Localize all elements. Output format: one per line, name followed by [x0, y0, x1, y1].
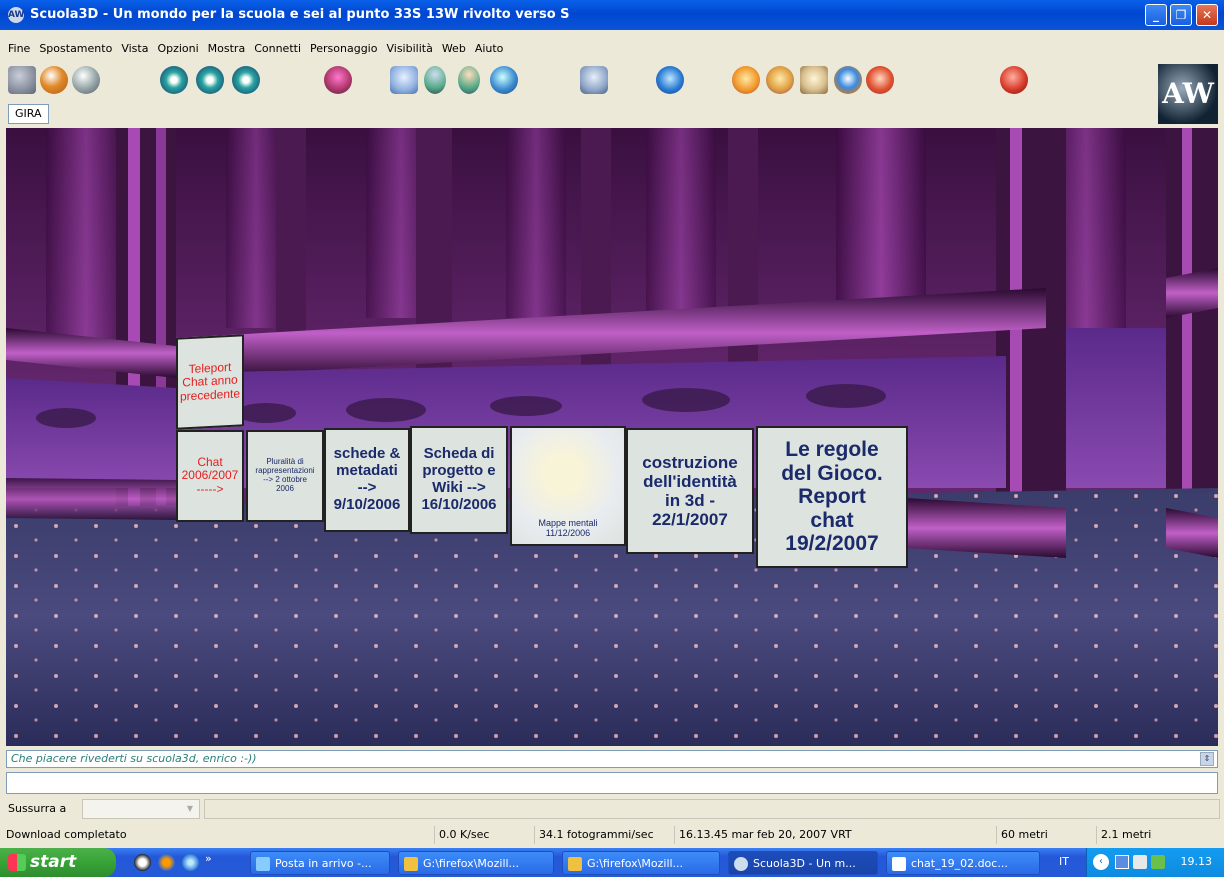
- status-datetime: 16.13.45 mar feb 20, 2007 VRT: [674, 826, 994, 844]
- eye-icon[interactable]: [160, 66, 188, 94]
- chat-icon[interactable]: [580, 66, 608, 94]
- task-firefox-2[interactable]: G:\firefox\Mozill...: [562, 851, 720, 875]
- panel-schede-metadati[interactable]: schede & metadati --> 9/10/2006: [324, 428, 410, 532]
- person-icon[interactable]: [390, 66, 418, 94]
- build-icon[interactable]: [732, 66, 760, 94]
- status-distance-2: 2.1 metri: [1096, 826, 1220, 844]
- user-icon[interactable]: [458, 66, 480, 94]
- title-bar: AW Scuola3D - Un mondo per la scuola e s…: [0, 0, 1224, 30]
- browser-icon[interactable]: [656, 66, 684, 94]
- language-indicator[interactable]: IT: [1046, 855, 1082, 868]
- menu-personaggio[interactable]: Personaggio: [310, 42, 377, 55]
- 3d-viewport[interactable]: Teleport Chat anno precedente Chat 2006/…: [6, 128, 1218, 746]
- app-icon: AW: [8, 7, 25, 23]
- eye-icon[interactable]: [196, 66, 224, 94]
- task-label: G:\firefox\Mozill...: [423, 857, 520, 870]
- panel-mappe-mentali[interactable]: Mappe mentali 11/12/2006: [510, 426, 626, 546]
- whisper-select[interactable]: ▼: [82, 799, 200, 819]
- restore-button[interactable]: ❐: [1170, 4, 1192, 26]
- tools-icon[interactable]: [766, 66, 794, 94]
- whisper-bar: Sussurra a ▼: [0, 797, 1224, 821]
- panel-costruzione-identita[interactable]: costruzione dell'identità in 3d - 22/1/2…: [626, 428, 754, 554]
- mail-icon: [256, 857, 270, 871]
- chat-log: Che piacere rivederti su scuola3d, enric…: [6, 750, 1218, 768]
- forward-icon[interactable]: [72, 66, 100, 94]
- task-firefox-1[interactable]: G:\firefox\Mozill...: [398, 851, 554, 875]
- close-button[interactable]: ✕: [1196, 4, 1218, 26]
- firefox-icon[interactable]: [158, 854, 175, 871]
- status-distance-1: 60 metri: [996, 826, 1094, 844]
- aw-icon: [734, 857, 748, 871]
- network-icon[interactable]: [1133, 855, 1147, 869]
- chat-input[interactable]: [6, 772, 1218, 794]
- task-scuola3d[interactable]: Scuola3D - Un m...: [728, 851, 878, 875]
- taskbar: start » Posta in arrivo -... G:\firefox\…: [0, 848, 1224, 877]
- menu-vista[interactable]: Vista: [121, 42, 148, 55]
- home-icon[interactable]: [8, 66, 36, 94]
- task-posta[interactable]: Posta in arrivo -...: [250, 851, 390, 875]
- minimize-button[interactable]: _: [1145, 4, 1167, 26]
- help-icon[interactable]: [866, 66, 894, 94]
- panel-teleport-previous-year[interactable]: Teleport Chat anno precedente: [176, 334, 244, 430]
- task-label: Posta in arrivo -...: [275, 857, 372, 870]
- menu-web[interactable]: Web: [442, 42, 466, 55]
- menu-fine[interactable]: Fine: [8, 42, 30, 55]
- refresh-icon[interactable]: [834, 66, 862, 94]
- eye-icon[interactable]: [232, 66, 260, 94]
- ie-icon[interactable]: [182, 854, 199, 871]
- people-icon[interactable]: [490, 66, 518, 94]
- clock[interactable]: 19.13: [1181, 855, 1213, 868]
- tray-app-icon[interactable]: [1115, 855, 1129, 869]
- gira-button[interactable]: GIRA: [8, 104, 49, 124]
- whisper-label: Sussurra a: [8, 802, 67, 815]
- window-title: Scuola3D - Un mondo per la scuola e sei …: [30, 7, 570, 22]
- activeworlds-logo: AW: [1158, 64, 1218, 124]
- tray-status-icon[interactable]: [1151, 855, 1165, 869]
- menu-bar: Fine Spostamento Vista Opzioni Mostra Co…: [0, 38, 1224, 58]
- menu-opzioni[interactable]: Opzioni: [157, 42, 198, 55]
- start-button[interactable]: start: [0, 848, 116, 877]
- menu-visibilita[interactable]: Visibilità: [386, 42, 432, 55]
- menu-mostra[interactable]: Mostra: [208, 42, 246, 55]
- menu-aiuto[interactable]: Aiuto: [475, 42, 504, 55]
- menu-spostamento[interactable]: Spostamento: [39, 42, 112, 55]
- windows-flag-icon: [8, 854, 26, 871]
- folder-icon: [404, 857, 418, 871]
- status-speed: 0.0 K/sec: [434, 826, 530, 844]
- stop-icon[interactable]: [1000, 66, 1028, 94]
- panda-icon[interactable]: [134, 854, 151, 871]
- menu-connetti[interactable]: Connetti: [254, 42, 301, 55]
- tray-expand-icon[interactable]: ‹: [1093, 854, 1109, 870]
- task-chat-doc[interactable]: chat_19_02.doc...: [886, 851, 1040, 875]
- task-label: G:\firefox\Mozill...: [587, 857, 684, 870]
- panel-pluralita-rappresentazioni[interactable]: Pluralità di rappresentazioni --> 2 otto…: [246, 430, 324, 522]
- chevron-down-icon[interactable]: ▼: [183, 802, 197, 816]
- quicklaunch-chevron[interactable]: »: [205, 852, 212, 865]
- folder-icon: [568, 857, 582, 871]
- map-icon[interactable]: [800, 66, 828, 94]
- panel-scheda-progetto-wiki[interactable]: Scheda di progetto e Wiki --> 16/10/2006: [410, 426, 508, 534]
- start-label: start: [30, 852, 77, 872]
- chat-scroll-icon[interactable]: ⇕: [1200, 752, 1214, 766]
- application-window: AW Scuola3D - Un mondo per la scuola e s…: [0, 0, 1224, 877]
- avatars-icon[interactable]: [324, 66, 352, 94]
- back-icon[interactable]: [40, 66, 68, 94]
- panel-chat-2006-2007[interactable]: Chat 2006/2007 ----->: [176, 430, 244, 522]
- task-label: chat_19_02.doc...: [911, 857, 1008, 870]
- status-fps: 34.1 fotogrammi/sec: [534, 826, 672, 844]
- task-label: Scuola3D - Un m...: [753, 857, 856, 870]
- panel-regole-gioco[interactable]: Le regole del Gioco. Report chat 19/2/20…: [756, 426, 908, 568]
- whisper-field: [204, 799, 1220, 819]
- document-icon: [892, 857, 906, 871]
- status-bar: Download completato 0.0 K/sec 34.1 fotog…: [0, 824, 1224, 846]
- teleport-icon[interactable]: [424, 66, 446, 94]
- toolbar: [0, 62, 1224, 102]
- system-tray: ‹ 19.13: [1086, 848, 1224, 877]
- status-message: Download completato: [6, 828, 127, 841]
